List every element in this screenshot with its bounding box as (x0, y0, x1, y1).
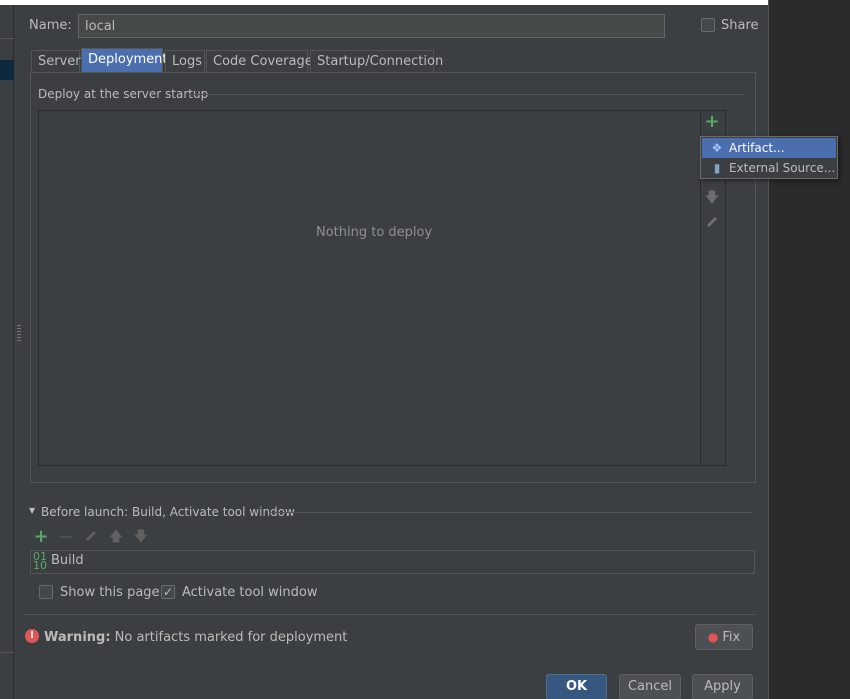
task-build[interactable]: Build (51, 553, 84, 568)
build-icon: 01 10 (33, 550, 47, 572)
menu-item-external-source[interactable]: ▮ External Source... (702, 158, 836, 178)
move-up-icon[interactable]: 🡅 (108, 529, 124, 545)
name-input[interactable] (78, 14, 665, 38)
sidebar-selected-item[interactable] (0, 60, 14, 80)
deploy-list[interactable] (38, 110, 726, 466)
before-launch-title[interactable]: Before launch: Build, Activate tool wind… (41, 505, 295, 519)
name-label: Name: (29, 18, 72, 33)
apply-button[interactable]: Apply (692, 674, 753, 699)
divider (24, 614, 755, 615)
sidebar-divider (0, 652, 14, 653)
section-divider (189, 94, 745, 95)
cancel-button[interactable]: Cancel (619, 674, 681, 699)
external-source-icon: ▮ (713, 161, 721, 175)
sidebar-divider (0, 38, 14, 39)
share-checkbox[interactable] (701, 18, 715, 32)
edit-icon[interactable] (83, 529, 99, 545)
remove-icon[interactable]: — (58, 529, 74, 545)
fix-label: Fix (722, 630, 741, 645)
tab-startup-connection[interactable]: Startup/Connection (310, 50, 443, 72)
splitter-handle[interactable] (17, 325, 21, 341)
tab-logs[interactable]: Logs (165, 50, 205, 72)
lightbulb-icon: ● (707, 630, 719, 644)
share-label[interactable]: Share (721, 18, 759, 33)
section-divider (271, 512, 752, 513)
activate-tool-window-checkbox[interactable]: ✓ (161, 585, 175, 599)
fix-button[interactable]: ● Fix (695, 624, 753, 650)
deploy-section-title: Deploy at the server startup (38, 87, 209, 101)
tab-code-coverage[interactable]: Code Coverage (206, 50, 313, 72)
ok-button[interactable]: OK (546, 674, 607, 699)
add-icon[interactable]: + (704, 113, 720, 131)
warning-icon: ! (25, 629, 39, 643)
menu-item-label: External Source... (729, 161, 836, 175)
configurations-sidebar[interactable] (0, 5, 14, 699)
before-launch-list[interactable] (30, 550, 755, 574)
warning-message: Warning: No artifacts marked for deploym… (44, 630, 347, 645)
tab-deployment[interactable]: Deployment (81, 48, 168, 72)
add-icon[interactable]: + (33, 528, 49, 546)
edit-icon[interactable] (704, 215, 720, 231)
warning-text: No artifacts marked for deployment (114, 630, 348, 645)
collapse-triangle-icon[interactable]: ▼ (29, 506, 35, 515)
artifact-icon: ❖ (711, 141, 723, 155)
empty-list-text: Nothing to deploy (316, 225, 433, 240)
show-this-page-label[interactable]: Show this page (60, 585, 160, 600)
move-down-icon[interactable]: 🡇 (704, 190, 720, 206)
window-top-strip (0, 0, 768, 5)
activate-tool-window-label[interactable]: Activate tool window (182, 585, 317, 600)
show-this-page-checkbox[interactable] (39, 585, 53, 599)
menu-item-artifact[interactable]: ❖ Artifact... (702, 138, 836, 158)
tab-server[interactable]: Server (31, 50, 81, 72)
add-popup-menu: ❖ Artifact... ▮ External Source... (700, 136, 838, 179)
background-panel (768, 0, 850, 699)
move-down-icon[interactable]: 🡇 (133, 529, 149, 545)
menu-item-label: Artifact... (729, 141, 785, 155)
warning-prefix: Warning: (44, 630, 111, 645)
